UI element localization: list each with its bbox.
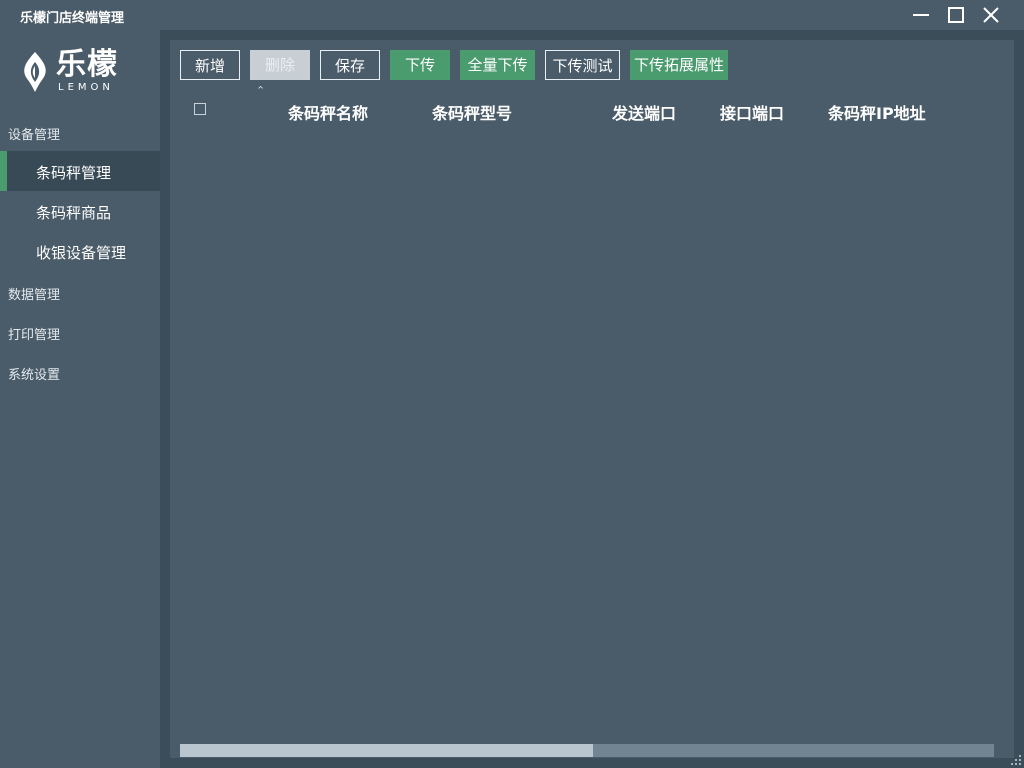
main-content <box>170 40 1014 758</box>
download-extended-attributes-button[interactable]: 下传拓展属性 <box>630 50 728 80</box>
column-header-scale-model[interactable]: 条码秤型号 <box>432 100 512 124</box>
window-title: 乐檬门店终端管理 <box>20 11 125 26</box>
maximize-icon <box>948 7 964 23</box>
minimize-button[interactable] <box>910 4 932 26</box>
sidebar-item-label: 条码秤管理 <box>36 164 112 182</box>
active-indicator <box>0 151 7 191</box>
maximize-button[interactable] <box>945 4 967 26</box>
logo: 乐檬 LEMON <box>18 48 128 94</box>
nav-section-data[interactable]: 数据管理 <box>8 284 60 303</box>
add-button[interactable]: 新增 <box>180 50 240 80</box>
column-header-interface-port[interactable]: 接口端口 <box>720 100 784 124</box>
sidebar-item-cashier-devices[interactable]: 收银设备管理 <box>0 231 160 271</box>
logo-sub: LEMON <box>58 82 114 93</box>
save-button[interactable]: 保存 <box>320 50 380 80</box>
resize-grip-icon[interactable] <box>1010 754 1022 766</box>
title-bar: 乐檬门店终端管理 <box>0 0 1024 30</box>
sidebar-item-label: 收银设备管理 <box>36 244 127 262</box>
column-header-scale-ip[interactable]: 条码秤IP地址 <box>828 100 926 124</box>
column-header-send-port[interactable]: 发送端口 <box>612 100 676 124</box>
nav-section-print[interactable]: 打印管理 <box>8 324 60 343</box>
delete-button[interactable]: 删除 <box>250 50 310 80</box>
download-button[interactable]: 下传 <box>390 50 450 80</box>
nav-section-settings[interactable]: 系统设置 <box>8 364 60 383</box>
close-button[interactable] <box>980 4 1002 26</box>
sort-caret-icon[interactable]: ⌃ <box>256 84 265 97</box>
sidebar-item-scale-products[interactable]: 条码秤商品 <box>0 191 160 231</box>
sidebar-item-label: 条码秤商品 <box>36 204 112 222</box>
sidebar-item-scale-management[interactable]: 条码秤管理 <box>0 151 160 191</box>
column-header-scale-name[interactable]: 条码秤名称 <box>288 100 368 124</box>
nav-section-device[interactable]: 设备管理 <box>8 124 60 143</box>
download-all-button[interactable]: 全量下传 <box>460 50 535 80</box>
select-all-checkbox[interactable] <box>194 103 206 115</box>
lemon-leaf-icon <box>24 52 46 92</box>
minimize-icon <box>913 14 929 16</box>
logo-brand: 乐檬 <box>56 47 118 82</box>
horizontal-scrollbar-thumb[interactable] <box>180 744 593 757</box>
download-test-button[interactable]: 下传测试 <box>545 50 620 80</box>
close-icon <box>983 7 999 23</box>
